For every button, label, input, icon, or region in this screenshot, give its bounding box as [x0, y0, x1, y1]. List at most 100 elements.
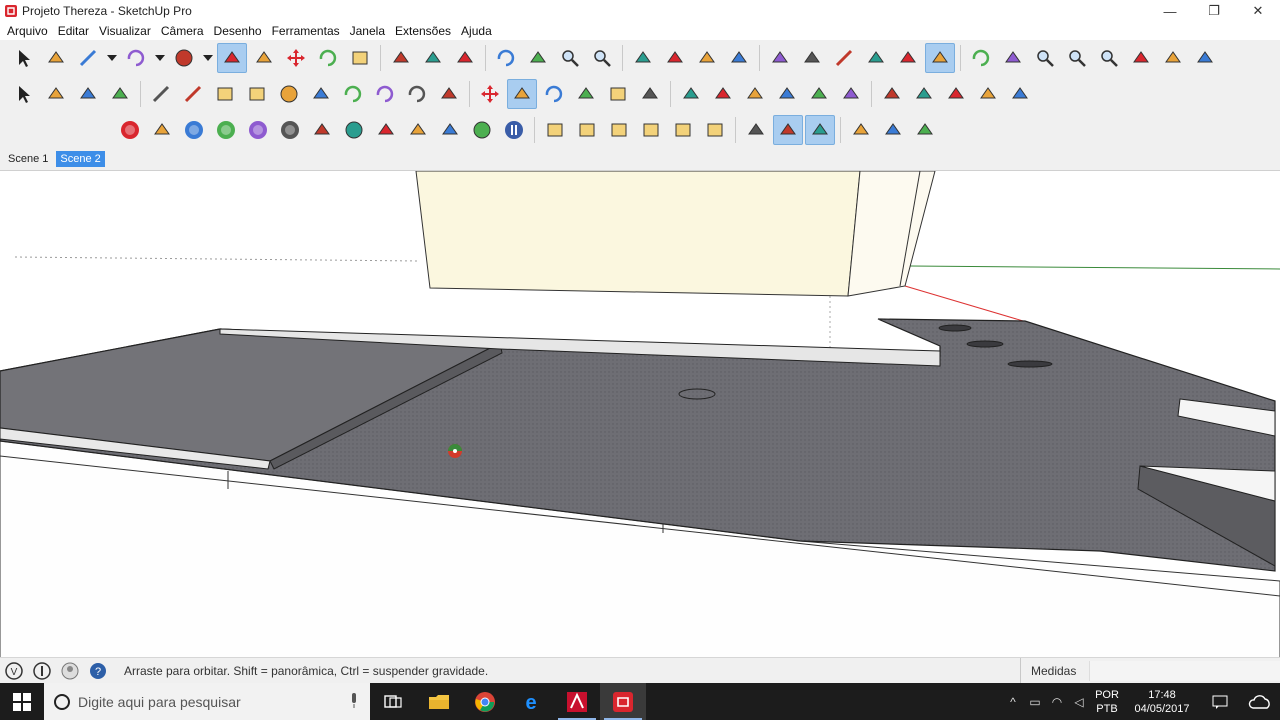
- position-camera-button[interactable]: [741, 115, 771, 145]
- menu-ajuda[interactable]: Ajuda: [456, 24, 497, 38]
- push-pull-button[interactable]: [507, 79, 537, 109]
- position-camera-button[interactable]: [1126, 43, 1156, 73]
- right-view-button[interactable]: [636, 115, 666, 145]
- tape-measure-button[interactable]: [676, 79, 706, 109]
- orbit-button[interactable]: [491, 43, 521, 73]
- select-button[interactable]: [9, 79, 39, 109]
- dropdown-arrow-icon[interactable]: [153, 43, 167, 73]
- circle-button[interactable]: [169, 43, 199, 73]
- axes-button[interactable]: [804, 79, 834, 109]
- pan-button[interactable]: [523, 43, 553, 73]
- 3d-warehouse-button[interactable]: [910, 115, 940, 145]
- menu-extensoes[interactable]: Extensões: [390, 24, 456, 38]
- minimize-button[interactable]: —: [1148, 0, 1192, 22]
- scale-button[interactable]: [603, 79, 633, 109]
- ruby-r-button[interactable]: [179, 115, 209, 145]
- look-around-button[interactable]: [773, 115, 803, 145]
- landscape-button[interactable]: [403, 115, 433, 145]
- pie-button[interactable]: [434, 79, 464, 109]
- help-button[interactable]: [275, 115, 305, 145]
- rotated-rectangle-button[interactable]: [242, 79, 272, 109]
- two-point-arc-button[interactable]: [370, 79, 400, 109]
- label-button[interactable]: [307, 115, 337, 145]
- select-button[interactable]: [9, 43, 39, 73]
- input-language[interactable]: POR PTB: [1090, 688, 1124, 716]
- show-hidden-icons[interactable]: ^: [1002, 683, 1024, 720]
- wireframe-button[interactable]: [797, 43, 827, 73]
- dropdown-arrow-icon[interactable]: [105, 43, 119, 73]
- help-icon[interactable]: ?: [88, 661, 108, 681]
- rotate-button[interactable]: [313, 43, 343, 73]
- circle-button[interactable]: [274, 79, 304, 109]
- weather-icon[interactable]: [1240, 683, 1280, 720]
- pause-button[interactable]: [499, 115, 529, 145]
- clock[interactable]: 17:48 04/05/2017: [1124, 688, 1200, 716]
- ruby-br-button[interactable]: [243, 115, 273, 145]
- move-button[interactable]: [281, 43, 311, 73]
- taskbar-search[interactable]: Digite aqui para pesquisar: [44, 683, 370, 720]
- menu-arquivo[interactable]: Arquivo: [2, 24, 53, 38]
- task-view-button[interactable]: [370, 683, 416, 720]
- arc-button[interactable]: [121, 43, 151, 73]
- taskbar-app-explorer[interactable]: [416, 683, 462, 720]
- follow-me-button[interactable]: [571, 79, 601, 109]
- scene-tab-2[interactable]: Scene 2: [56, 151, 105, 167]
- battery-icon[interactable]: ▭: [1024, 683, 1046, 720]
- monochrome-button[interactable]: [925, 43, 955, 73]
- zoom-button[interactable]: [1030, 43, 1060, 73]
- rotate-button[interactable]: [539, 79, 569, 109]
- menu-desenho[interactable]: Desenho: [209, 24, 267, 38]
- section-plane-button[interactable]: [877, 79, 907, 109]
- zoom-extents-button[interactable]: [587, 43, 617, 73]
- ruby-m-button[interactable]: [115, 115, 145, 145]
- push-pull-button[interactable]: [217, 43, 247, 73]
- display-section-cuts-button[interactable]: [941, 79, 971, 109]
- zoom-extents-button[interactable]: [1094, 43, 1124, 73]
- rectangle-button[interactable]: [210, 79, 240, 109]
- menu-janela[interactable]: Janela: [345, 24, 390, 38]
- iso-view-button[interactable]: [540, 115, 570, 145]
- orbit-button[interactable]: [966, 43, 996, 73]
- menu-camera[interactable]: Câmera: [156, 24, 209, 38]
- follow-me-button[interactable]: [249, 43, 279, 73]
- volume-icon[interactable]: ◁: [1068, 683, 1090, 720]
- walk-button[interactable]: [805, 115, 835, 145]
- styles-button[interactable]: [724, 43, 754, 73]
- extension-button[interactable]: [1005, 79, 1035, 109]
- left-view-button[interactable]: [700, 115, 730, 145]
- dropdown-arrow-icon[interactable]: [201, 43, 215, 73]
- eraser-button[interactable]: [41, 43, 71, 73]
- scale-button[interactable]: [345, 43, 375, 73]
- back-view-button[interactable]: [668, 115, 698, 145]
- taskbar-app-sketchup[interactable]: [600, 683, 646, 720]
- three-point-arc-button[interactable]: [402, 79, 432, 109]
- user-account-icon[interactable]: [60, 661, 80, 681]
- menu-editar[interactable]: Editar: [53, 24, 94, 38]
- pan-button[interactable]: [998, 43, 1028, 73]
- eraser-button[interactable]: [105, 79, 135, 109]
- paint-bucket-button[interactable]: [450, 43, 480, 73]
- display-section-planes-button[interactable]: [909, 79, 939, 109]
- tape-measure-button[interactable]: [386, 43, 416, 73]
- taskbar-app-edge[interactable]: e: [508, 683, 554, 720]
- text-button[interactable]: [418, 43, 448, 73]
- line-button[interactable]: [146, 79, 176, 109]
- menu-ferramentas[interactable]: Ferramentas: [267, 24, 345, 38]
- materials-button[interactable]: [692, 43, 722, 73]
- close-button[interactable]: ✕: [1236, 0, 1280, 22]
- extension-warehouse-button[interactable]: [878, 115, 908, 145]
- tag-button[interactable]: [147, 115, 177, 145]
- dimension-button[interactable]: [708, 79, 738, 109]
- taskbar-app-autocad[interactable]: [554, 683, 600, 720]
- start-button[interactable]: [0, 683, 44, 720]
- components-button[interactable]: [660, 43, 690, 73]
- ruby-rt-button[interactable]: [211, 115, 241, 145]
- axes-tool-button[interactable]: [371, 115, 401, 145]
- zoom-window-button[interactable]: [1062, 43, 1092, 73]
- microphone-icon[interactable]: [350, 693, 358, 709]
- credits-icon[interactable]: [32, 661, 52, 681]
- arc-button[interactable]: [338, 79, 368, 109]
- zoom-button[interactable]: [555, 43, 585, 73]
- section-fill-button[interactable]: [973, 79, 1003, 109]
- notifications-icon[interactable]: [1200, 683, 1240, 720]
